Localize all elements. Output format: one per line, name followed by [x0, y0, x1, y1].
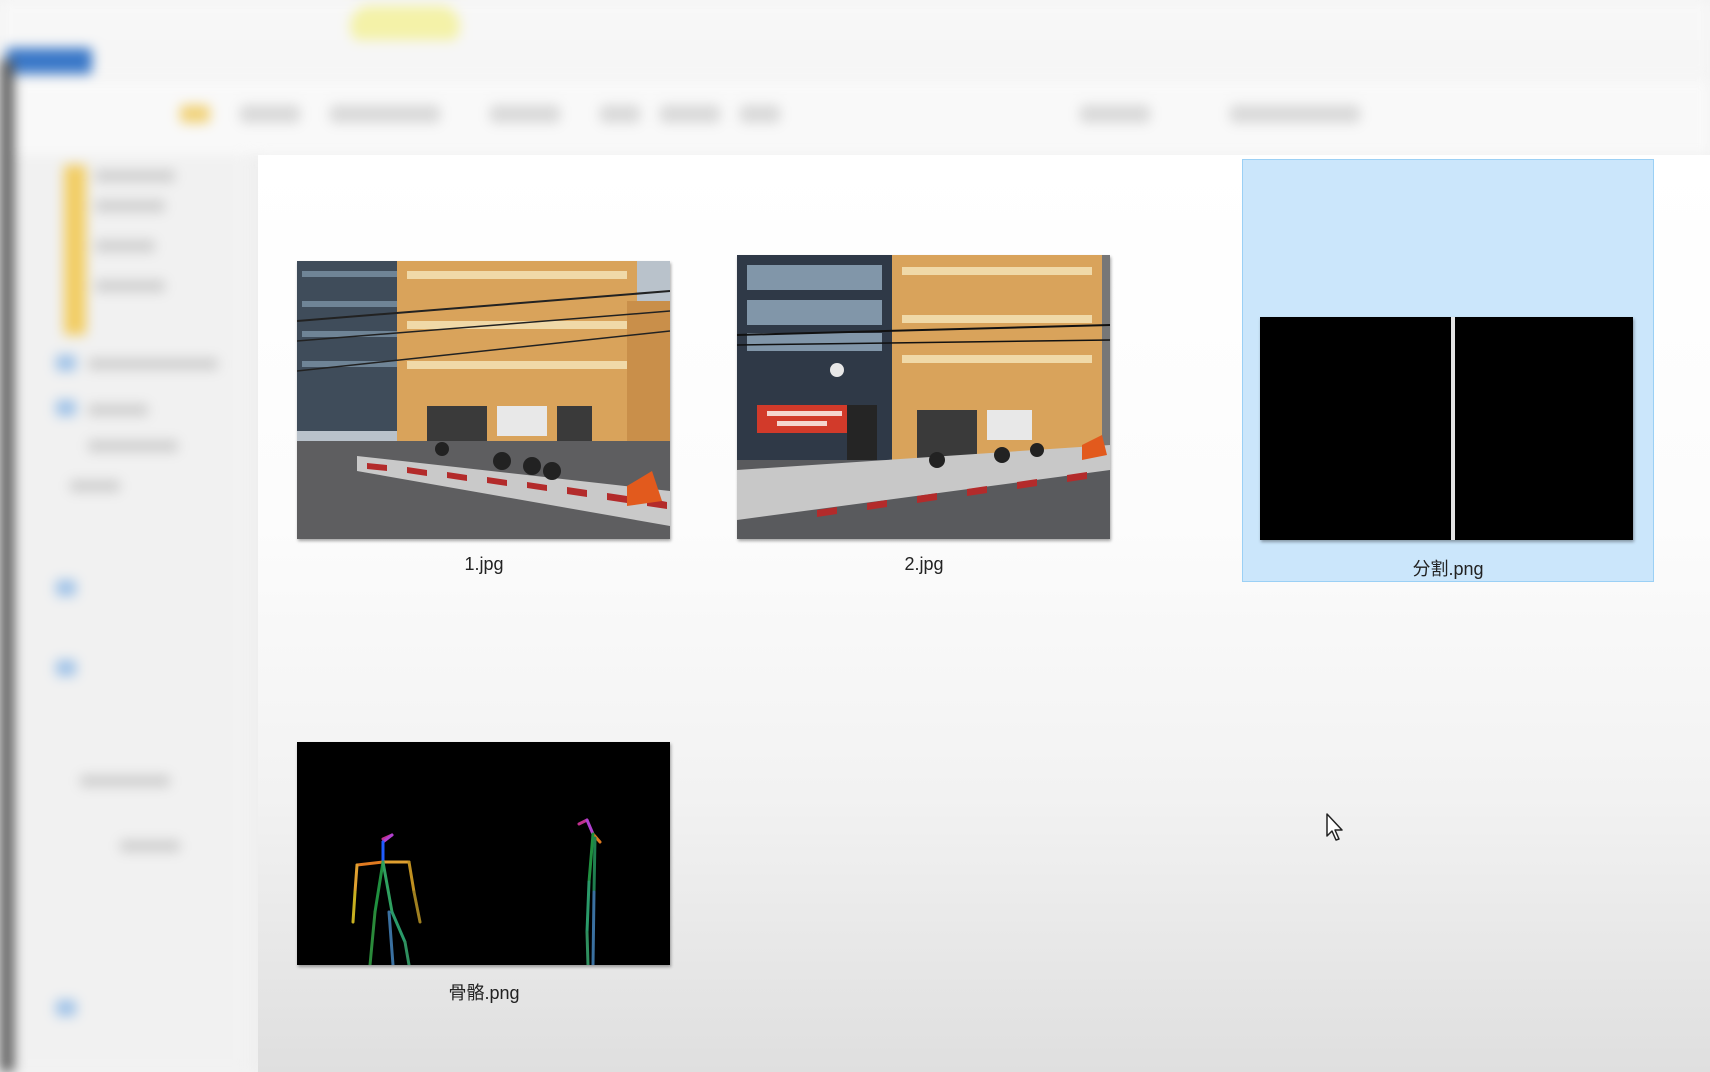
file-thumbnail — [1260, 317, 1633, 540]
nav-item[interactable] — [120, 840, 180, 852]
folder-icon[interactable] — [180, 105, 210, 123]
file-thumbnail — [737, 255, 1110, 539]
ribbon-button[interactable] — [600, 105, 640, 123]
ribbon-button[interactable] — [660, 105, 720, 123]
nav-item[interactable] — [70, 480, 120, 492]
nav-item[interactable] — [88, 440, 178, 452]
nav-item[interactable] — [95, 200, 165, 212]
file-name[interactable]: 分割.png — [1243, 555, 1653, 581]
nav-item[interactable] — [88, 404, 148, 416]
ribbon-button[interactable] — [240, 105, 300, 123]
file-name[interactable]: 骨骼.png — [278, 979, 690, 1005]
nav-item[interactable] — [95, 280, 165, 292]
this-pc-icon[interactable] — [56, 400, 76, 416]
nav-item[interactable] — [80, 775, 170, 787]
network-icon[interactable] — [56, 1000, 76, 1016]
title-bar — [0, 0, 1710, 40]
file-content-pane[interactable]: 1.jpg 2.jpg 分割.png 骨骼.png — [258, 155, 1710, 1072]
file-tile-selected[interactable]: 分割.png — [1242, 159, 1654, 582]
file-tile[interactable]: 骨骼.png — [278, 584, 690, 1007]
file-thumbnail — [297, 261, 670, 539]
ribbon-button[interactable] — [330, 105, 440, 123]
file-tile[interactable]: 2.jpg — [718, 159, 1130, 582]
quick-access-folder-icon[interactable] — [64, 165, 86, 335]
file-name[interactable]: 1.jpg — [278, 554, 690, 575]
ribbon-button[interactable] — [1080, 105, 1150, 123]
onedrive-icon[interactable] — [56, 355, 76, 371]
ribbon-button[interactable] — [490, 105, 560, 123]
window-edge — [0, 60, 14, 1072]
file-thumbnail — [297, 742, 670, 965]
nav-item[interactable] — [95, 240, 155, 252]
ribbon-button[interactable] — [740, 105, 780, 123]
file-tab[interactable] — [6, 48, 92, 74]
ribbon-tabs[interactable] — [0, 40, 1710, 76]
nav-item[interactable] — [95, 170, 175, 182]
nav-item[interactable] — [88, 358, 218, 370]
file-tile[interactable]: 1.jpg — [278, 159, 690, 582]
ribbon-button[interactable] — [1230, 105, 1360, 123]
drive-icon[interactable] — [56, 580, 76, 596]
file-name[interactable]: 2.jpg — [718, 554, 1130, 575]
drive-icon[interactable] — [56, 660, 76, 676]
arrow-cursor-icon — [1325, 812, 1347, 847]
navigation-pane[interactable] — [14, 155, 246, 1072]
